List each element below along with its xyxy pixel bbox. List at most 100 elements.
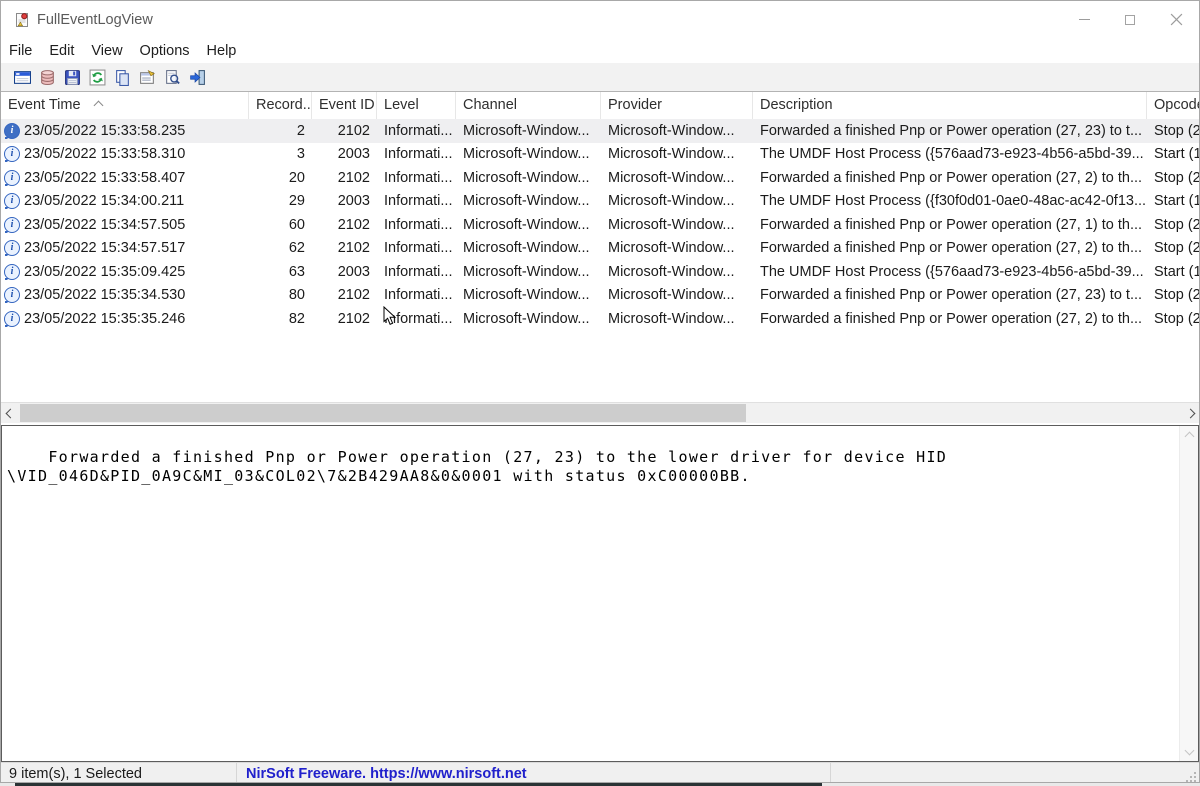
horizontal-scrollbar[interactable] xyxy=(1,402,1199,423)
information-level-icon: i xyxy=(4,287,20,303)
scroll-up-button[interactable] xyxy=(1180,428,1198,445)
minimize-icon xyxy=(1079,19,1090,20)
table-row[interactable]: i23/05/2022 15:33:58.23522102Informati..… xyxy=(1,119,1199,143)
table-row[interactable]: i23/05/2022 15:35:34.530802102Informati.… xyxy=(1,284,1199,308)
event-time-cell: i23/05/2022 15:35:34.530 xyxy=(1,287,249,303)
event-id-cell: 2102 xyxy=(312,287,377,303)
close-icon xyxy=(1170,13,1183,26)
items-count-text: 9 item(s), 1 Selected xyxy=(9,766,142,782)
table-row[interactable]: i23/05/2022 15:34:57.505602102Informati.… xyxy=(1,213,1199,237)
statusbar-link-panel: NirSoft Freeware. https://www.nirsoft.ne… xyxy=(237,763,831,783)
channel-cell: Microsoft-Window... xyxy=(456,287,601,303)
event-time-cell: i23/05/2022 15:35:35.246 xyxy=(1,311,249,327)
channel-cell: Microsoft-Window... xyxy=(456,240,601,256)
nirsoft-link[interactable]: NirSoft Freeware. https://www.nirsoft.ne… xyxy=(246,766,527,782)
record-cell: 62 xyxy=(249,240,312,256)
chevron-right-icon xyxy=(1185,408,1195,418)
provider-cell: Microsoft-Window... xyxy=(601,123,753,139)
event-description-text: Forwarded a finished Pnp or Power operat… xyxy=(7,448,947,485)
choose-data-source-button[interactable] xyxy=(10,65,35,89)
menu-item-file[interactable]: File xyxy=(9,43,41,59)
event-time-text: 23/05/2022 15:34:00.211 xyxy=(24,193,184,209)
column-header-record[interactable]: Record... xyxy=(249,92,312,119)
description-cell: Forwarded a finished Pnp or Power operat… xyxy=(753,170,1147,186)
table-row[interactable]: i23/05/2022 15:33:58.31032003Informati..… xyxy=(1,143,1199,167)
record-cell: 63 xyxy=(249,264,312,280)
statusbar: 9 item(s), 1 Selected NirSoft Freeware. … xyxy=(1,762,1199,783)
description-cell: The UMDF Host Process ({576aad73-e923-4b… xyxy=(753,264,1147,280)
find-button[interactable] xyxy=(160,65,185,89)
column-header-event-time[interactable]: Event Time xyxy=(1,92,249,119)
record-cell: 29 xyxy=(249,193,312,209)
advanced-options-button[interactable] xyxy=(35,65,60,89)
event-id-cell: 2102 xyxy=(312,217,377,233)
vertical-scrollbar[interactable] xyxy=(1179,426,1198,761)
table-row[interactable]: i23/05/2022 15:35:09.425632003Informati.… xyxy=(1,260,1199,284)
level-cell: Informati... xyxy=(377,193,456,209)
table-row[interactable]: i23/05/2022 15:33:58.407202102Informati.… xyxy=(1,166,1199,190)
table-row[interactable]: i23/05/2022 15:34:57.517622102Informati.… xyxy=(1,237,1199,261)
record-cell: 20 xyxy=(249,170,312,186)
refresh-button[interactable] xyxy=(85,65,110,89)
level-cell: Informati... xyxy=(377,264,456,280)
event-id-cell: 2102 xyxy=(312,311,377,327)
description-cell: The UMDF Host Process ({f30f0d01-0ae0-48… xyxy=(753,193,1147,209)
opcode-cell: Stop (2) xyxy=(1147,170,1199,186)
column-header-provider[interactable]: Provider xyxy=(601,92,753,119)
resize-grip[interactable] xyxy=(1185,771,1197,783)
provider-cell: Microsoft-Window... xyxy=(601,264,753,280)
minimize-button[interactable] xyxy=(1061,1,1107,38)
mouse-cursor xyxy=(383,306,397,326)
information-level-icon: i xyxy=(4,217,20,233)
opcode-cell: Stop (2) xyxy=(1147,240,1199,256)
event-time-cell: i23/05/2022 15:33:58.310 xyxy=(1,146,249,162)
column-header-channel[interactable]: Channel xyxy=(456,92,601,119)
close-button[interactable] xyxy=(1153,1,1199,38)
opcode-cell: Stop (2) xyxy=(1147,287,1199,303)
menu-item-options[interactable]: Options xyxy=(140,43,199,59)
level-cell: Informati... xyxy=(377,217,456,233)
description-cell: Forwarded a finished Pnp or Power operat… xyxy=(753,311,1147,327)
record-cell: 82 xyxy=(249,311,312,327)
scroll-down-button[interactable] xyxy=(1180,742,1198,759)
column-header-row: Event Time Record... Event ID Level Chan… xyxy=(1,92,1199,119)
information-level-icon: i xyxy=(4,240,20,256)
column-header-opcode[interactable]: Opcode xyxy=(1147,92,1199,119)
information-level-icon: i xyxy=(4,264,20,280)
opcode-cell: Start (1) xyxy=(1147,146,1199,162)
find-icon xyxy=(164,69,181,86)
level-cell: Informati... xyxy=(377,146,456,162)
scroll-left-button[interactable] xyxy=(1,403,19,423)
maximize-button[interactable] xyxy=(1107,1,1153,38)
column-header-description[interactable]: Description xyxy=(753,92,1147,119)
column-header-event-id[interactable]: Event ID xyxy=(312,92,377,119)
database-icon xyxy=(39,69,56,86)
description-cell: Forwarded a finished Pnp or Power operat… xyxy=(753,217,1147,233)
scroll-right-button[interactable] xyxy=(1181,403,1199,423)
horizontal-scrollbar-thumb[interactable] xyxy=(20,404,746,422)
menu-item-help[interactable]: Help xyxy=(207,43,246,59)
column-header-level[interactable]: Level xyxy=(377,92,456,119)
provider-cell: Microsoft-Window... xyxy=(601,240,753,256)
properties-button[interactable] xyxy=(135,65,160,89)
table-row[interactable]: i23/05/2022 15:34:00.211292003Informati.… xyxy=(1,190,1199,214)
record-cell: 60 xyxy=(249,217,312,233)
exit-button[interactable] xyxy=(185,65,210,89)
event-time-cell: i23/05/2022 15:33:58.235 xyxy=(1,123,249,139)
app-window: FullEventLogView File Edit View Options … xyxy=(0,0,1200,783)
copy-selected-items-button[interactable] xyxy=(110,65,135,89)
information-level-icon: i xyxy=(4,193,20,209)
description-cell: Forwarded a finished Pnp or Power operat… xyxy=(753,240,1147,256)
sort-ascending-icon xyxy=(93,101,103,111)
menu-item-view[interactable]: View xyxy=(91,43,131,59)
record-cell: 80 xyxy=(249,287,312,303)
table-row[interactable]: i23/05/2022 15:35:35.246822102Informati.… xyxy=(1,307,1199,331)
information-level-icon: i xyxy=(4,146,20,162)
information-level-icon: i xyxy=(4,311,20,327)
save-selected-items-button[interactable] xyxy=(60,65,85,89)
menu-item-edit[interactable]: Edit xyxy=(49,43,83,59)
event-description-pane[interactable]: Forwarded a finished Pnp or Power operat… xyxy=(1,425,1199,762)
column-header-label: Event Time xyxy=(8,97,81,113)
table-body: i23/05/2022 15:33:58.23522102Informati..… xyxy=(1,119,1199,331)
app-icon xyxy=(14,12,30,28)
